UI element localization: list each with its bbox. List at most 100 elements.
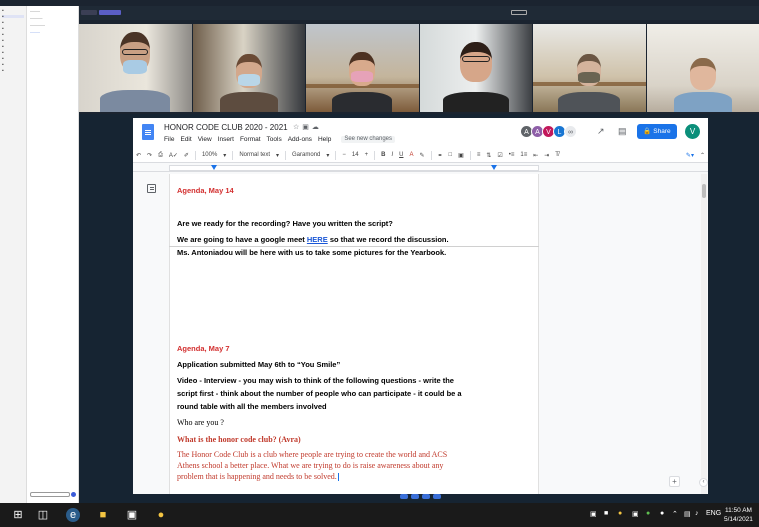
redo-icon[interactable]: ↷	[144, 152, 155, 159]
sidebar-item[interactable]: ■	[2, 9, 24, 12]
explore-button[interactable]: +	[669, 476, 680, 487]
share-control-button[interactable]	[422, 494, 430, 499]
microphone-icon[interactable]: ●	[660, 510, 664, 517]
link-icon[interactable]: ⚭	[435, 152, 446, 159]
meet-link[interactable]: HERE	[307, 235, 328, 244]
underline-button[interactable]: U	[396, 152, 406, 158]
meeting-tab[interactable]	[81, 10, 97, 15]
participant-tile[interactable]	[192, 24, 305, 112]
tray-expand-icon[interactable]: ⌃	[672, 510, 678, 518]
see-new-changes-link[interactable]: See new changes	[341, 136, 396, 143]
sidebar-item-active[interactable]: ■	[2, 15, 24, 18]
system-clock[interactable]: 11:50 AM 5/14/2021	[724, 506, 753, 524]
image-icon[interactable]: ▣	[455, 152, 467, 159]
bold-button[interactable]: B	[378, 152, 388, 158]
scrollbar[interactable]	[701, 174, 707, 494]
font-size-input[interactable]: 14	[349, 152, 362, 158]
tray-app-icon[interactable]: ▣	[590, 510, 597, 518]
menu-insert[interactable]: Insert	[218, 136, 234, 143]
participant-tile[interactable]	[306, 24, 419, 112]
menu-view[interactable]: View	[198, 136, 212, 143]
task-view-icon[interactable]: ◫	[36, 508, 50, 522]
sidebar-item[interactable]: ■	[2, 63, 24, 66]
sidebar-item[interactable]: ■	[2, 69, 24, 72]
highlight-icon[interactable]: ✎	[416, 152, 427, 159]
tray-app-icon[interactable]: ●	[646, 510, 650, 517]
edge-browser-icon[interactable]: e	[66, 508, 80, 522]
windows-start-icon[interactable]: ⊞	[11, 508, 25, 522]
print-icon[interactable]: ⎙	[155, 152, 166, 159]
send-icon[interactable]	[71, 492, 76, 497]
tray-app-icon[interactable]: ■	[604, 510, 608, 517]
meeting-tab-active[interactable]	[99, 10, 121, 15]
sidebar-item[interactable]: ■	[2, 21, 24, 24]
share-control-button[interactable]	[400, 494, 408, 499]
tray-app-icon[interactable]: ▣	[632, 510, 639, 518]
text-color-button[interactable]: A	[406, 152, 416, 158]
more-collaborators-icon[interactable]: ∞	[564, 125, 577, 138]
right-indent-marker[interactable]	[491, 165, 497, 170]
tray-app-icon[interactable]: ●	[618, 510, 622, 517]
participant-tile[interactable]	[646, 24, 759, 112]
italic-button[interactable]: I	[388, 152, 396, 158]
google-docs-icon[interactable]	[142, 124, 154, 140]
style-select[interactable]: Normal text	[236, 152, 273, 158]
checklist-icon[interactable]: ☑	[494, 152, 505, 159]
left-indent-marker[interactable]	[211, 165, 217, 170]
increase-indent-icon[interactable]: ⇥	[541, 152, 552, 159]
chat-app-icon[interactable]: ●	[154, 508, 168, 522]
zoom-select[interactable]: 100%	[199, 152, 220, 158]
store-icon[interactable]: ▣	[125, 508, 139, 522]
account-avatar[interactable]: V	[685, 124, 700, 139]
decrease-size-button[interactable]: −	[339, 152, 349, 158]
numbered-list-icon[interactable]: 1≡	[517, 152, 530, 158]
chat-link[interactable]: ————	[30, 31, 75, 34]
input-language[interactable]: ENG	[706, 510, 721, 517]
sidebar-item[interactable]: ■	[2, 45, 24, 48]
spellcheck-icon[interactable]: A✓	[166, 152, 181, 159]
volume-icon[interactable]: ♪	[695, 510, 699, 517]
scroll-thumb[interactable]	[702, 184, 706, 198]
star-icon[interactable]: ☆	[293, 124, 302, 131]
cloud-icon[interactable]: ☁	[312, 124, 322, 131]
share-button[interactable]: 🔒 Share	[637, 124, 677, 139]
document-title[interactable]: HONOR CODE CLUB 2020 - 2021	[164, 123, 288, 132]
menu-format[interactable]: Format	[240, 136, 261, 143]
participant-tile[interactable]	[533, 24, 646, 112]
align-icon[interactable]: ≡	[474, 152, 484, 158]
share-control-button[interactable]	[411, 494, 419, 499]
bullet-list-icon[interactable]: •≡	[506, 152, 518, 158]
file-explorer-icon[interactable]: ■	[96, 508, 110, 522]
undo-icon[interactable]: ↶	[133, 152, 144, 159]
move-icon[interactable]: ▣	[302, 124, 312, 131]
activity-icon[interactable]: ↗	[597, 126, 605, 137]
menu-file[interactable]: File	[164, 136, 174, 143]
comments-icon[interactable]: ▤	[618, 126, 627, 137]
decrease-indent-icon[interactable]: ⇤	[530, 152, 541, 159]
sidebar-item[interactable]: ■	[2, 33, 24, 36]
menu-help[interactable]: Help	[318, 136, 331, 143]
network-icon[interactable]: ▤	[684, 510, 691, 518]
comment-icon[interactable]: □	[446, 152, 456, 158]
font-select[interactable]: Garamond	[289, 152, 323, 158]
menu-addons[interactable]: Add-ons	[288, 136, 312, 143]
line-spacing-icon[interactable]: ⇅	[483, 152, 494, 159]
editing-mode-icon[interactable]: ✎▾	[683, 152, 697, 159]
sidebar-item[interactable]: ■	[2, 57, 24, 60]
chat-input[interactable]	[30, 492, 70, 497]
chevron-left-icon[interactable]: ‹	[699, 478, 708, 487]
sidebar-item[interactable]: ■	[2, 39, 24, 42]
sidebar-item[interactable]: ■	[2, 51, 24, 54]
increase-size-button[interactable]: +	[362, 152, 372, 158]
clear-formatting-icon[interactable]: T̸	[552, 152, 562, 158]
leave-button[interactable]	[511, 10, 527, 15]
menu-edit[interactable]: Edit	[180, 136, 191, 143]
participant-tile[interactable]	[419, 24, 532, 112]
document-outline-icon[interactable]	[147, 184, 156, 193]
menu-tools[interactable]: Tools	[267, 136, 282, 143]
paint-format-icon[interactable]: ✐	[181, 152, 192, 159]
share-control-button[interactable]	[433, 494, 441, 499]
sidebar-item[interactable]: ■	[2, 27, 24, 30]
chevron-up-icon[interactable]: ⌃	[697, 152, 708, 159]
participant-tile[interactable]	[79, 24, 192, 112]
